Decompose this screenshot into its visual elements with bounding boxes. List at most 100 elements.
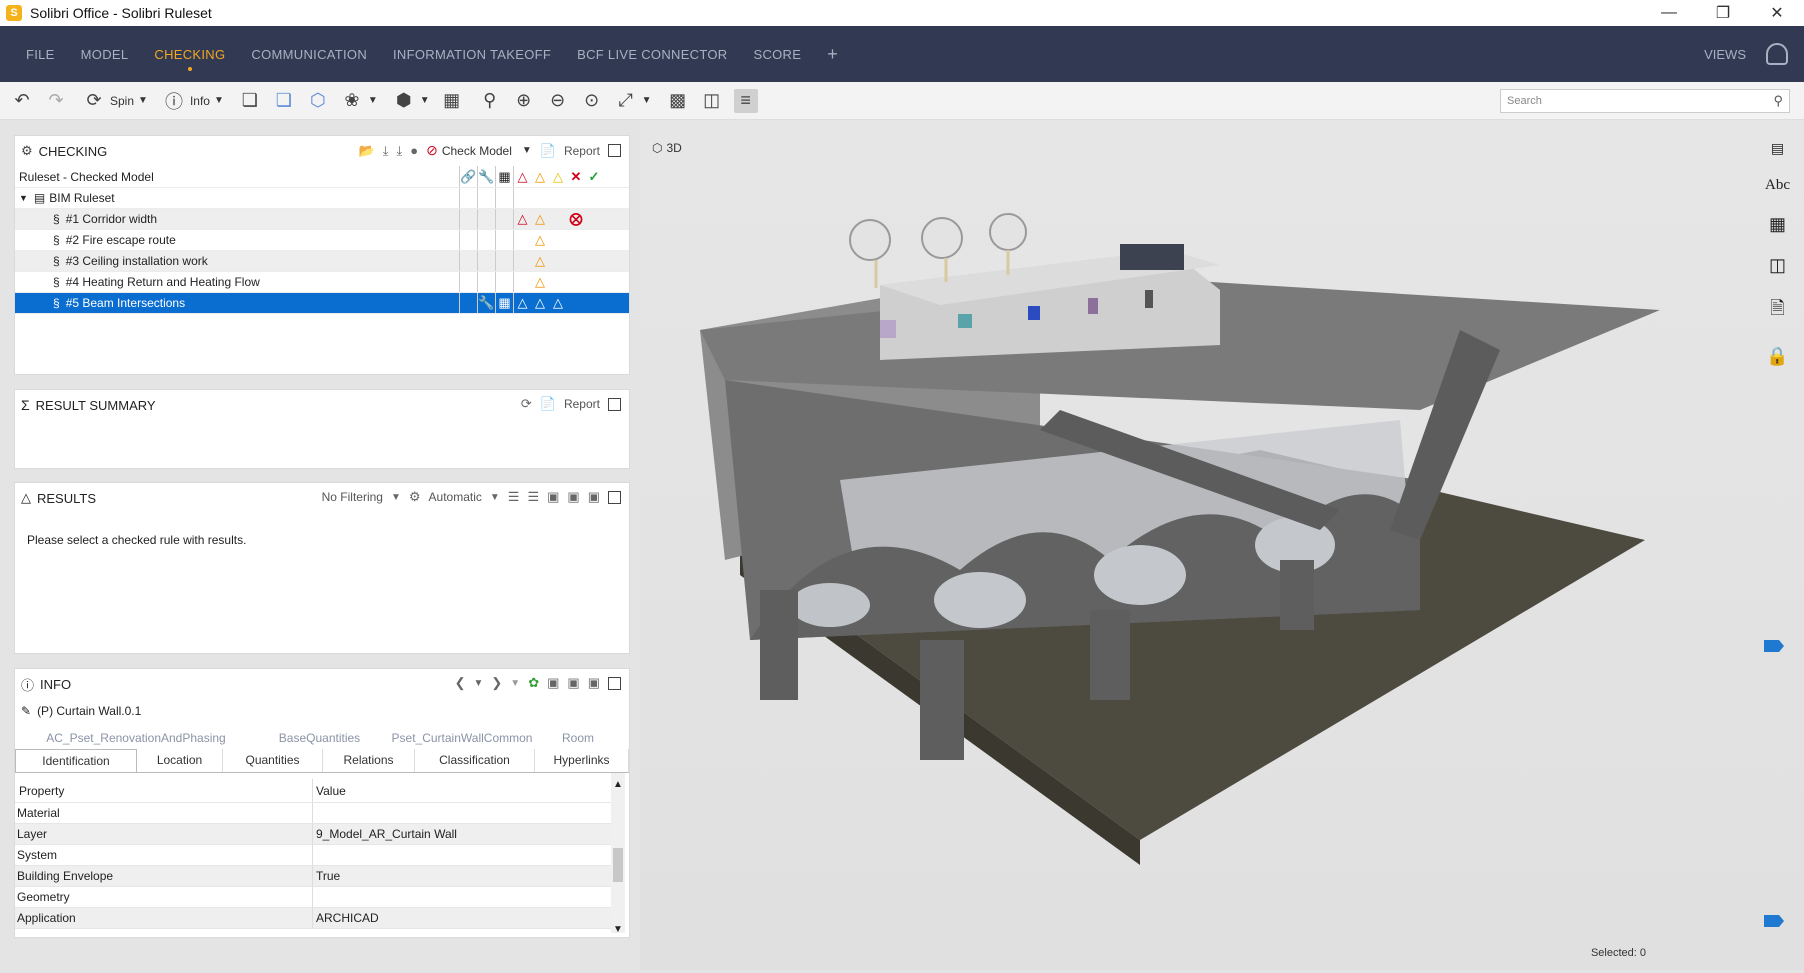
tab-location[interactable]: Location (137, 749, 223, 772)
zoom-fit-button[interactable]: ⚲ (478, 89, 502, 113)
chevron-down-icon[interactable]: ▼ (473, 678, 483, 689)
slide-icon[interactable]: ▣ (567, 675, 579, 691)
paint-button[interactable]: ❀ ▼ (340, 89, 377, 113)
report-button[interactable]: Report (564, 397, 600, 411)
link-objects-icon[interactable]: ✿ (528, 675, 539, 691)
menu-checking[interactable]: CHECKING (154, 47, 225, 62)
open-ruleset-icon[interactable]: 📂 (359, 143, 375, 159)
close-button[interactable]: ✕ (1750, 0, 1804, 26)
building-model[interactable] (640, 120, 1804, 970)
tab-pset-curtainwall[interactable]: Pset_CurtainWallCommon (382, 727, 542, 749)
slide-icon[interactable]: ▣ (547, 675, 559, 691)
rule-row[interactable]: § #1 Corridor width △ △ ⨂ (15, 209, 629, 230)
chevron-down-icon[interactable]: ▼ (490, 492, 500, 503)
result-summary-title: RESULT SUMMARY (35, 397, 156, 413)
import-icon[interactable]: ⤓ (383, 143, 389, 159)
record-icon[interactable]: ● (410, 143, 418, 158)
report-icon[interactable]: 📄 (540, 143, 556, 159)
chevron-down-icon[interactable]: ▼ (510, 678, 520, 689)
rule-row-selected[interactable]: § #5 Beam Intersections 🔧 ▦ △ △ △ (15, 293, 629, 314)
tab-room[interactable]: Room (542, 727, 614, 749)
tree-view-icon[interactable]: ☰ (508, 489, 520, 505)
menu-information-takeoff[interactable]: INFORMATION TAKEOFF (393, 47, 551, 62)
slide-icon[interactable]: ▣ (567, 489, 579, 505)
measure-button[interactable]: ⤢ ▼ (614, 89, 651, 113)
views-label[interactable]: VIEWS (1704, 47, 1746, 62)
map-button[interactable]: ◫ (700, 89, 724, 113)
tab-basequantities[interactable]: BaseQuantities (257, 727, 382, 749)
layers-button[interactable]: ≡ (733, 88, 758, 113)
views-icon[interactable] (1766, 43, 1788, 65)
rule-row[interactable]: § #3 Ceiling installation work △ (15, 251, 629, 272)
save-icon[interactable]: ⤓ (397, 143, 403, 159)
tab-hyperlinks[interactable]: Hyperlinks (535, 749, 629, 772)
info-button[interactable]: ⓘ Info ▼ (162, 89, 224, 113)
add-layout-icon[interactable]: + (827, 44, 838, 65)
zoom-in-button[interactable]: ⊕ (512, 89, 536, 113)
scroll-up-icon[interactable]: ▲ (611, 779, 625, 790)
slide-icon[interactable]: ▣ (547, 489, 559, 505)
minimize-button[interactable]: — (1642, 0, 1696, 26)
maximize-icon[interactable] (608, 397, 621, 411)
check-model-button[interactable]: ⊘ Check Model ▼ (426, 142, 532, 159)
menu-communication[interactable]: COMMUNICATION (251, 47, 367, 62)
presentation-icon[interactable]: ◫ (1769, 255, 1786, 276)
forward-arrow-icon[interactable]: ❯ (491, 675, 502, 691)
menu-file[interactable]: FILE (26, 47, 55, 62)
pdf-icon[interactable]: 🗎 (1770, 296, 1784, 326)
chevron-down-icon[interactable]: ▼ (522, 145, 532, 156)
abc-text-button[interactable]: Abc (1765, 177, 1790, 194)
tab-classification[interactable]: Classification (415, 749, 535, 772)
slide-icon[interactable]: ▣ (588, 675, 600, 691)
tree-expand-icon[interactable]: ▼ (19, 193, 28, 203)
menu-score[interactable]: SCORE (753, 47, 801, 62)
tab-identification[interactable]: Identification (15, 749, 137, 772)
menu-bcf-live-connector[interactable]: BCF LIVE CONNECTOR (577, 47, 727, 62)
scroll-thumb[interactable] (613, 848, 623, 882)
maximize-icon[interactable] (608, 144, 621, 157)
section-button[interactable]: ▦ (440, 89, 464, 113)
slide-icon[interactable]: ▣ (588, 489, 600, 505)
report-icon[interactable]: 📄 (540, 396, 556, 412)
passed-check-icon: ✓ (588, 168, 600, 184)
grid-button[interactable]: ▩ (666, 89, 690, 113)
restore-button[interactable]: ❐ (1696, 0, 1750, 26)
redo-button[interactable]: ↷ (44, 89, 68, 113)
mode-dropdown[interactable]: Automatic (429, 490, 482, 504)
rule-section-icon: § (53, 212, 60, 226)
menu-model[interactable]: MODEL (81, 47, 129, 62)
view-cube-button[interactable]: ⬢ ▼ (392, 89, 430, 113)
tab-relations[interactable]: Relations (323, 749, 415, 772)
search-input[interactable]: Search ⚲ (1500, 89, 1790, 113)
rule-row[interactable]: § #4 Heating Return and Heating Flow △ (15, 272, 629, 293)
report-button[interactable]: Report (564, 144, 600, 158)
panel-toggle-icon[interactable]: ▤ (1771, 140, 1784, 157)
chevron-down-icon[interactable]: ▼ (391, 492, 401, 503)
tree-root-row[interactable]: ▼ ▤ BIM Ruleset (15, 188, 629, 209)
list-view-icon[interactable]: ☰ (527, 489, 539, 505)
maximize-icon[interactable] (608, 676, 621, 690)
undo-button[interactable]: ↶ (10, 89, 34, 113)
rule-row[interactable]: § #2 Fire escape route △ (15, 230, 629, 251)
tab-ac-pset[interactable]: AC_Pset_RenovationAndPhasing (15, 727, 257, 749)
spin-button[interactable]: ⟳ Spin ▼ (82, 89, 147, 113)
zoom-selected-button[interactable]: ⊙ (580, 89, 604, 113)
tab-quantities[interactable]: Quantities (223, 749, 323, 772)
results-panel: △ RESULTS No Filtering ▼ ⚙ Automatic ▼ ☰… (14, 482, 630, 654)
zoom-out-button[interactable]: ⊖ (546, 89, 570, 113)
property-key: Application (15, 908, 313, 928)
visibility-button[interactable]: ❏ (238, 89, 262, 113)
property-scrollbar[interactable]: ▲ ▼ (611, 773, 625, 935)
transparency-button[interactable]: ❏ (272, 89, 296, 113)
lock-icon[interactable]: 🔒 (1766, 346, 1788, 367)
scroll-down-icon[interactable]: ▼ (611, 924, 625, 935)
3d-viewport[interactable] (640, 120, 1804, 970)
filter-dropdown[interactable]: No Filtering (322, 490, 383, 504)
rule-section-icon: § (53, 233, 60, 247)
refresh-icon[interactable]: ⟳ (521, 396, 532, 412)
hide-button[interactable]: ⬡ (306, 89, 330, 113)
checking-panel: ⚙ CHECKING 📂 ⤓ ⤓ ● ⊘ Check Model ▼ 📄 Rep… (14, 135, 630, 375)
maximize-icon[interactable] (608, 490, 621, 504)
back-arrow-icon[interactable]: ❮ (455, 675, 466, 691)
grid-icon[interactable]: ▦ (1769, 214, 1786, 235)
